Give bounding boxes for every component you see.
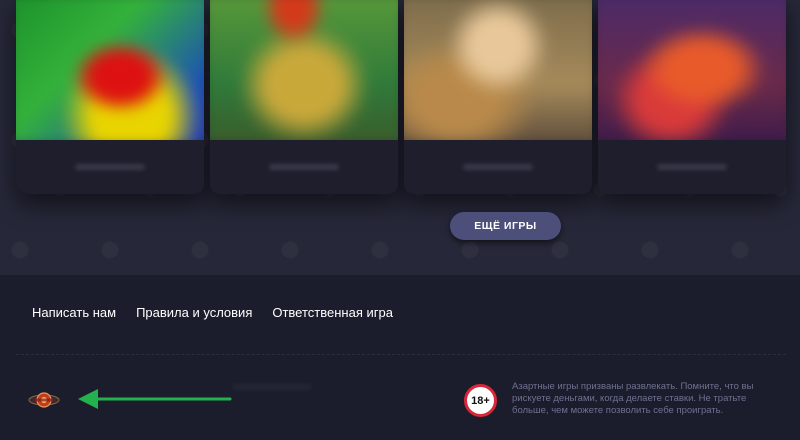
game-caption — [16, 140, 204, 194]
games-section: ЕЩЁ ИГРЫ — [0, 0, 800, 275]
game-card[interactable] — [404, 0, 592, 194]
more-games-button[interactable]: ЕЩЁ ИГРЫ — [450, 212, 561, 240]
game-cards-row — [16, 0, 786, 194]
green-arrow-icon — [78, 389, 232, 409]
blurred-text — [232, 384, 312, 390]
footer-nav: Написать нам Правила и условия Ответстве… — [32, 305, 393, 320]
footer-divider — [16, 354, 786, 355]
footer-link-terms[interactable]: Правила и условия — [136, 305, 252, 320]
game-caption — [598, 140, 786, 194]
footer-link-contact[interactable]: Написать нам — [32, 305, 116, 320]
age-restriction-badge: 18+ — [464, 384, 497, 417]
game-caption — [210, 140, 398, 194]
game-card[interactable] — [210, 0, 398, 194]
game-thumbnail[interactable] — [16, 0, 204, 148]
footer: Написать нам Правила и условия Ответстве… — [0, 275, 800, 440]
game-card[interactable] — [16, 0, 204, 194]
game-thumbnail[interactable] — [210, 0, 398, 148]
game-thumbnail[interactable] — [598, 0, 786, 148]
gambling-disclaimer: Азартные игры призваны развлекать. Помни… — [512, 381, 754, 416]
game-card[interactable] — [598, 0, 786, 194]
game-caption — [404, 140, 592, 194]
game-thumbnail[interactable] — [404, 0, 592, 148]
casino-logo-icon[interactable] — [27, 389, 61, 411]
footer-link-responsible-gaming[interactable]: Ответственная игра — [272, 305, 393, 320]
